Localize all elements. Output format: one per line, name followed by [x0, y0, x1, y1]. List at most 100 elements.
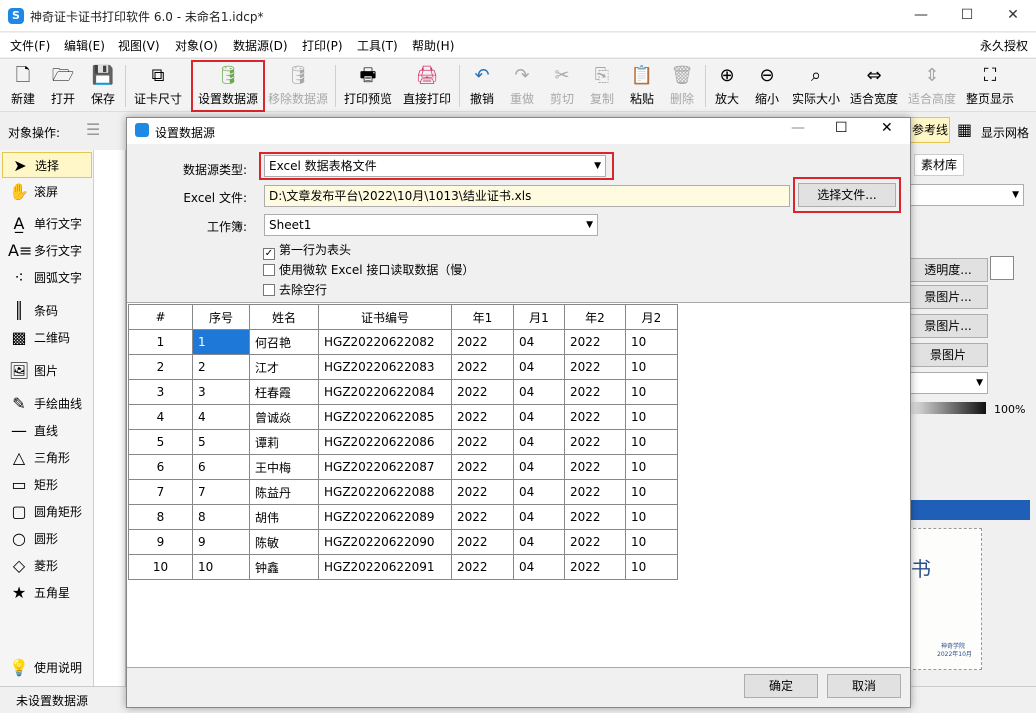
- table-cell[interactable]: 2022: [564, 504, 626, 530]
- table-cell[interactable]: 2022: [564, 354, 626, 380]
- table-cell[interactable]: 2022: [564, 479, 626, 505]
- table-cell[interactable]: 10: [625, 329, 678, 355]
- actual-size-button[interactable]: ⌕ 实际大小: [789, 62, 843, 110]
- table-cell[interactable]: 钟鑫: [249, 554, 319, 580]
- tool-pan[interactable]: ✋ 滚屏: [2, 179, 92, 205]
- table-cell[interactable]: 2022: [451, 454, 514, 480]
- background-image-button-1[interactable]: 景图片...: [908, 285, 988, 309]
- table-cell[interactable]: 2022: [564, 554, 626, 580]
- table-cell[interactable]: 04: [513, 454, 565, 480]
- table-cell[interactable]: 04: [513, 479, 565, 505]
- tool-select[interactable]: ➤ 选择: [2, 152, 92, 178]
- column-header[interactable]: 年1: [451, 304, 514, 330]
- certificate-thumbnail[interactable]: 书 神奇学院 2022年10月: [908, 528, 982, 670]
- table-cell[interactable]: 2022: [451, 354, 514, 380]
- table-cell[interactable]: 2022: [564, 454, 626, 480]
- menu-help[interactable]: 帮助(H): [412, 37, 454, 54]
- table-cell[interactable]: HGZ20220622088: [318, 479, 452, 505]
- remove-empty-rows-checkbox[interactable]: 去除空行: [263, 281, 327, 298]
- table-cell[interactable]: 江才: [249, 354, 319, 380]
- save-button[interactable]: 💾 保存: [84, 62, 122, 110]
- tool-image[interactable]: 🖼 图片: [2, 358, 92, 384]
- table-row[interactable]: 8 8 胡伟 HGZ20220622089 2022 04 2022 10: [128, 504, 678, 530]
- column-header[interactable]: 年2: [564, 304, 626, 330]
- dialog-minimize-button[interactable]: —: [791, 120, 805, 136]
- ok-button[interactable]: 确定: [744, 674, 818, 698]
- table-cell[interactable]: HGZ20220622085: [318, 404, 452, 430]
- row-number-cell[interactable]: 10: [128, 554, 193, 580]
- table-cell[interactable]: HGZ20220622087: [318, 454, 452, 480]
- column-header[interactable]: 序号: [192, 304, 250, 330]
- table-cell[interactable]: HGZ20220622082: [318, 329, 452, 355]
- table-cell[interactable]: HGZ20220622089: [318, 504, 452, 530]
- open-button[interactable]: 🗁 打开: [44, 62, 82, 110]
- first-row-header-checkbox[interactable]: ✓ 第一行为表头: [263, 241, 351, 260]
- table-cell[interactable]: HGZ20220622083: [318, 354, 452, 380]
- table-cell[interactable]: 2022: [451, 479, 514, 505]
- table-cell[interactable]: 2022: [451, 379, 514, 405]
- table-cell[interactable]: 3: [192, 379, 250, 405]
- remove-datasource-button[interactable]: 🛢 移除数据源: [266, 62, 330, 110]
- tool-triangle[interactable]: △ 三角形: [2, 445, 92, 471]
- table-row[interactable]: 7 7 陈益丹 HGZ20220622088 2022 04 2022 10: [128, 479, 678, 505]
- delete-button[interactable]: 🗑 删除: [664, 62, 700, 110]
- table-cell[interactable]: 04: [513, 504, 565, 530]
- direct-print-button[interactable]: 🖨 直接打印: [399, 62, 455, 110]
- tool-barcode[interactable]: ║ 条码: [2, 298, 92, 324]
- dialog-close-button[interactable]: ✕: [881, 120, 893, 136]
- table-cell[interactable]: 10: [625, 454, 678, 480]
- table-cell[interactable]: 04: [513, 354, 565, 380]
- table-cell[interactable]: 04: [513, 379, 565, 405]
- table-cell[interactable]: 8: [192, 504, 250, 530]
- table-cell[interactable]: 10: [625, 429, 678, 455]
- table-cell[interactable]: 2022: [451, 429, 514, 455]
- table-cell[interactable]: 2: [192, 354, 250, 380]
- row-number-cell[interactable]: 8: [128, 504, 193, 530]
- table-cell[interactable]: 2022: [564, 379, 626, 405]
- choose-file-button[interactable]: 选择文件...: [798, 183, 896, 207]
- table-cell[interactable]: 10: [625, 554, 678, 580]
- row-number-cell[interactable]: 2: [128, 354, 193, 380]
- menu-file[interactable]: 文件(F): [10, 37, 50, 54]
- table-row[interactable]: 2 2 江才 HGZ20220622083 2022 04 2022 10: [128, 354, 678, 380]
- close-button[interactable]: ✕: [990, 0, 1036, 32]
- cancel-button[interactable]: 取消: [827, 674, 901, 698]
- table-cell[interactable]: 10: [625, 479, 678, 505]
- table-cell[interactable]: 10: [625, 354, 678, 380]
- table-cell[interactable]: HGZ20220622086: [318, 429, 452, 455]
- table-row[interactable]: 6 6 王中梅 HGZ20220622087 2022 04 2022 10: [128, 454, 678, 480]
- column-header[interactable]: 月2: [625, 304, 678, 330]
- tool-rounded-rect[interactable]: ▢ 圆角矩形: [2, 499, 92, 525]
- row-number-cell[interactable]: 3: [128, 379, 193, 405]
- table-cell[interactable]: 6: [192, 454, 250, 480]
- zoom-out-button[interactable]: ⊖ 缩小: [749, 62, 785, 110]
- tool-line[interactable]: — 直线: [2, 418, 92, 444]
- table-cell[interactable]: 1: [192, 329, 250, 355]
- fit-width-button[interactable]: ⇔ 适合宽度: [847, 62, 901, 110]
- row-number-cell[interactable]: 5: [128, 429, 193, 455]
- table-cell[interactable]: 2022: [564, 404, 626, 430]
- table-cell[interactable]: 2022: [564, 329, 626, 355]
- table-cell[interactable]: 04: [513, 329, 565, 355]
- menu-print[interactable]: 打印(P): [302, 37, 343, 54]
- ms-excel-interface-checkbox[interactable]: 使用微软 Excel 接口读取数据（慢）: [263, 261, 474, 278]
- tool-qrcode[interactable]: ▩ 二维码: [2, 325, 92, 351]
- table-cell[interactable]: 2022: [451, 529, 514, 555]
- table-cell[interactable]: HGZ20220622084: [318, 379, 452, 405]
- sheet-select[interactable]: Sheet1 ▼: [264, 214, 598, 236]
- table-cell[interactable]: 2022: [451, 504, 514, 530]
- tool-single-text[interactable]: A̲ 单行文字: [2, 211, 92, 237]
- right-panel-select-2[interactable]: ▼: [908, 372, 988, 394]
- excel-file-path-field[interactable]: D:\文章发布平台\2022\10月\1013\结业证书.xls: [264, 185, 790, 207]
- column-header[interactable]: 证书编号: [318, 304, 452, 330]
- transparency-button[interactable]: 透明度...: [908, 258, 988, 282]
- table-cell[interactable]: 陈敏: [249, 529, 319, 555]
- set-datasource-button[interactable]: 🛢 设置数据源: [191, 60, 265, 112]
- cut-button[interactable]: ✂ 剪切: [544, 62, 580, 110]
- menu-object[interactable]: 对象(O): [175, 37, 218, 54]
- table-row[interactable]: 10 10 钟鑫 HGZ20220622091 2022 04 2022 10: [128, 554, 678, 580]
- material-library-tab[interactable]: 素材库: [914, 154, 964, 176]
- fit-height-button[interactable]: ⇕ 适合高度: [905, 62, 959, 110]
- table-cell[interactable]: 9: [192, 529, 250, 555]
- row-number-cell[interactable]: 6: [128, 454, 193, 480]
